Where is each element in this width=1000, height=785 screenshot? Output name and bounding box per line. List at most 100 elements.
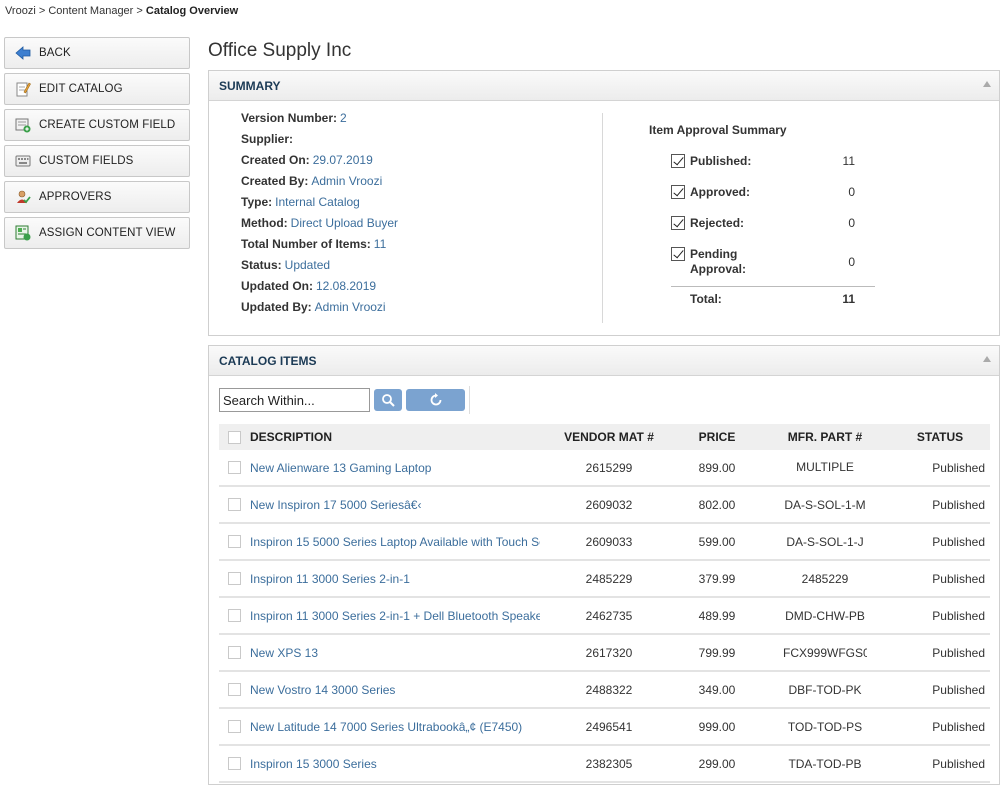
row-checkbox[interactable] <box>228 461 241 474</box>
field-value: Internal Catalog <box>275 195 360 209</box>
row-checkbox[interactable] <box>228 720 241 733</box>
vendor-mat-cell: 2382305 <box>585 756 633 771</box>
approvers-button[interactable]: APPROVERS <box>4 181 190 213</box>
vendor-mat-cell: 2609032 <box>585 497 633 512</box>
catalog-items-header-label: CATALOG ITEMS <box>219 353 317 368</box>
edit-catalog-button[interactable]: EDIT CATALOG <box>4 73 190 105</box>
summary-field: Created On: 29.07.2019 <box>241 153 398 174</box>
mfr-part-cell: FCX999WFGS02 <box>775 635 875 670</box>
row-checkbox[interactable] <box>228 572 241 585</box>
breadcrumb-vroozi[interactable]: Vroozi <box>5 5 36 17</box>
summary-field: Updated On: 12.08.2019 <box>241 279 398 300</box>
status-cell: Published <box>932 497 985 512</box>
pending-approval-checkbox[interactable] <box>671 247 685 261</box>
field-label: Total Number of Items: <box>241 237 371 251</box>
table-row[interactable]: New Alienware 13 Gaming Laptop 2615299 8… <box>219 450 990 487</box>
item-description-link[interactable]: New Vostro 14 3000 Series <box>250 672 540 707</box>
row-checkbox[interactable] <box>228 609 241 622</box>
refresh-icon <box>430 393 441 406</box>
col-price[interactable]: PRICE <box>679 424 755 450</box>
approved-checkbox[interactable] <box>671 185 685 199</box>
table-row[interactable]: Inspiron 15 5000 Series Laptop Available… <box>219 524 990 561</box>
collapse-caret-icon[interactable] <box>983 81 991 87</box>
status-cell: Published <box>932 571 985 586</box>
col-description[interactable]: DESCRIPTION <box>250 424 540 450</box>
item-description-link[interactable]: Inspiron 15 5000 Series Laptop Available… <box>250 524 540 559</box>
row-checkbox[interactable] <box>228 683 241 696</box>
summary-field: Created By: Admin Vroozi <box>241 174 398 195</box>
item-description-link[interactable]: New XPS 13 <box>250 635 540 670</box>
table-row[interactable]: New Inspiron 17 5000 Seriesâ€‹ 2609032 8… <box>219 487 990 524</box>
table-row[interactable]: New XPS 13 2617320 799.99 FCX999WFGS02 P… <box>219 635 990 672</box>
row-checkbox[interactable] <box>228 646 241 659</box>
row-select-cell <box>228 598 241 633</box>
assign-content-view-button[interactable]: ASSIGN CONTENT VIEW <box>4 217 190 249</box>
approval-row-pending: Pending Approval: 0 <box>671 247 875 279</box>
row-checkbox[interactable] <box>228 535 241 548</box>
back-arrow-icon <box>15 45 31 61</box>
item-description: New Vostro 14 3000 Series <box>250 682 396 697</box>
items-toolbar <box>219 386 470 414</box>
approval-count: 0 <box>848 255 855 269</box>
row-select-cell <box>228 635 241 670</box>
back-button-label: BACK <box>39 47 71 59</box>
field-value: Admin Vroozi <box>314 300 386 314</box>
item-description-link[interactable]: Inspiron 15 3000 Series <box>250 746 540 781</box>
total-label: Total: <box>690 292 722 306</box>
catalog-items-header[interactable]: CATALOG ITEMS <box>209 346 999 376</box>
field-label: Updated By: <box>241 300 312 314</box>
table-row[interactable]: New Vostro 14 3000 Series 2488322 349.00… <box>219 672 990 709</box>
item-description-link[interactable]: Inspiron 11 3000 Series 2-in-1 <box>250 561 540 596</box>
refresh-button[interactable] <box>406 389 465 411</box>
col-status[interactable]: STATUS <box>895 424 985 450</box>
item-description-link[interactable]: New Latitude 14 7000 Series Ultrabookâ„¢… <box>250 709 540 744</box>
item-description-link[interactable]: New Alienware 13 Gaming Laptop <box>250 450 540 485</box>
create-custom-field-button[interactable]: CREATE CUSTOM FIELD <box>4 109 190 141</box>
status-cell: Published <box>932 756 985 771</box>
price-cell: 799.99 <box>698 645 736 660</box>
search-input[interactable] <box>219 388 370 412</box>
col-vendor-mat[interactable]: VENDOR MAT # <box>559 424 659 450</box>
item-description-link[interactable]: New Inspiron 17 5000 Seriesâ€‹ <box>250 487 540 522</box>
assign-view-icon <box>15 225 31 241</box>
summary-header[interactable]: SUMMARY <box>209 71 999 101</box>
select-all-checkbox[interactable] <box>228 430 241 444</box>
item-description: Inspiron 11 3000 Series 2-in-1 <box>250 571 410 586</box>
table-row[interactable]: Inspiron 11 3000 Series 2-in-1 + Dell Bl… <box>219 598 990 635</box>
field-value: 12.08.2019 <box>316 279 377 293</box>
edit-catalog-label: EDIT CATALOG <box>39 83 123 95</box>
custom-fields-button[interactable]: CUSTOM FIELDS <box>4 145 190 177</box>
published-checkbox[interactable] <box>671 154 685 168</box>
row-select-cell <box>228 524 241 559</box>
summary-fields: Version Number: 2 Supplier: Created On: 29… <box>241 111 398 321</box>
summary-field: Status: Updated <box>241 258 398 279</box>
status-cell: Published <box>932 719 985 734</box>
vendor-mat-cell: 2615299 <box>585 460 633 475</box>
create-custom-field-label: CREATE CUSTOM FIELD <box>39 119 176 131</box>
search-button[interactable] <box>374 389 402 411</box>
table-header: DESCRIPTION VENDOR MAT # PRICE MFR. PART… <box>219 424 990 450</box>
item-description-link[interactable]: Inspiron 11 3000 Series 2-in-1 + Dell Bl… <box>250 598 540 633</box>
field-label: Created On: <box>241 153 310 167</box>
row-select-cell <box>228 487 241 522</box>
price-cell: 899.00 <box>698 460 736 475</box>
table-row[interactable]: New Latitude 14 7000 Series Ultrabookâ„¢… <box>219 709 990 746</box>
table-row[interactable]: Inspiron 11 3000 Series 2-in-1 2485229 3… <box>219 561 990 598</box>
rejected-checkbox[interactable] <box>671 216 685 230</box>
row-checkbox[interactable] <box>228 498 241 511</box>
back-button[interactable]: BACK <box>4 37 190 69</box>
col-mfr-part[interactable]: MFR. PART # <box>775 424 875 450</box>
row-checkbox[interactable] <box>228 757 241 770</box>
field-value: 11 <box>373 237 387 251</box>
status-cell: Published <box>932 608 985 623</box>
status-cell: Published <box>932 534 985 549</box>
breadcrumb-content-manager[interactable]: Content Manager <box>48 5 133 17</box>
toolbar-divider <box>469 386 470 414</box>
mfr-part-value: DA-S-SOL-1-M <box>784 497 866 512</box>
row-select-cell <box>228 746 241 781</box>
collapse-caret-icon[interactable] <box>983 356 991 362</box>
table-row[interactable]: Inspiron 15 3000 Series 2382305 299.00 T… <box>219 746 990 783</box>
price-cell: 999.00 <box>698 719 736 734</box>
price-cell: 802.00 <box>698 497 736 512</box>
row-select-cell <box>228 561 241 596</box>
